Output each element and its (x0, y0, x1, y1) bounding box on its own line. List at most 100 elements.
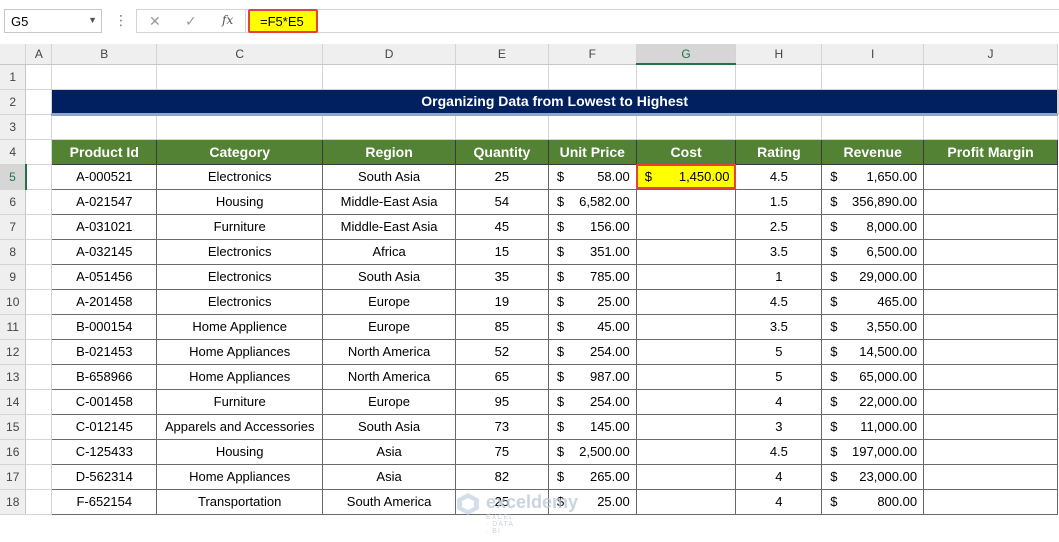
data-cell-rating[interactable]: 4 (735, 388, 823, 415)
data-cell-region[interactable]: South America (322, 488, 456, 515)
data-cell-margin[interactable] (923, 463, 1058, 490)
data-cell-id[interactable]: D-562314 (51, 463, 158, 490)
data-cell-cost[interactable] (635, 263, 737, 290)
data-cell-id[interactable]: A-031021 (51, 213, 158, 240)
data-cell-category[interactable]: Home Appliances (156, 338, 324, 365)
data-cell-category[interactable]: Transportation (156, 488, 324, 515)
column-header-B[interactable]: B (51, 44, 158, 65)
data-cell-cost[interactable] (635, 413, 737, 440)
data-cell-price[interactable]: $45.00 (547, 313, 637, 340)
data-cell-category[interactable]: Furniture (156, 213, 324, 240)
data-cell-id[interactable]: A-201458 (51, 288, 158, 315)
data-cell-category[interactable]: Furniture (156, 388, 324, 415)
data-cell-revenue[interactable]: $1,650.00 (821, 163, 925, 190)
data-cell-revenue[interactable]: $29,000.00 (821, 263, 925, 290)
row-header-14[interactable]: 14 (0, 389, 27, 415)
row-header-1[interactable]: 1 (0, 64, 27, 90)
data-cell-cost[interactable] (635, 313, 737, 340)
data-cell-qty[interactable]: 82 (454, 463, 549, 490)
data-cell-qty[interactable]: 45 (454, 213, 549, 240)
cell-C3[interactable] (156, 114, 324, 140)
data-cell-rating[interactable]: 4 (735, 488, 823, 515)
cell-J2[interactable] (1057, 89, 1059, 115)
data-cell-qty[interactable]: 25 (454, 163, 549, 190)
data-cell-qty[interactable]: 54 (454, 188, 549, 215)
cell-A5[interactable] (25, 164, 53, 190)
cell-A13[interactable] (25, 364, 53, 390)
data-cell-revenue[interactable]: $197,000.00 (821, 438, 925, 465)
data-cell-region[interactable]: South Asia (322, 163, 456, 190)
cell-F1[interactable] (548, 64, 637, 90)
row-header-11[interactable]: 11 (0, 314, 27, 340)
data-cell-qty[interactable]: 85 (454, 313, 549, 340)
data-cell-price[interactable]: $25.00 (547, 288, 637, 315)
data-cell-region[interactable]: South Asia (322, 413, 456, 440)
data-cell-id[interactable]: B-658966 (51, 363, 158, 390)
data-cell-cost[interactable] (635, 363, 737, 390)
data-cell-revenue[interactable]: $23,000.00 (821, 463, 925, 490)
data-cell-rating[interactable]: 1 (735, 263, 823, 290)
cell-F3[interactable] (548, 114, 637, 140)
data-cell-qty[interactable]: 73 (454, 413, 549, 440)
row-header-13[interactable]: 13 (0, 364, 27, 390)
data-cell-rating[interactable]: 4.5 (735, 163, 823, 190)
data-cell-region[interactable]: Middle-East Asia (322, 188, 456, 215)
data-cell-id[interactable]: F-652154 (51, 488, 158, 515)
data-cell-category[interactable]: Apparels and Accessories (156, 413, 324, 440)
cell-B3[interactable] (51, 114, 158, 140)
cell-G3[interactable] (636, 114, 737, 140)
data-cell-cost[interactable] (635, 388, 737, 415)
data-cell-cost[interactable] (635, 488, 737, 515)
row-header-6[interactable]: 6 (0, 189, 27, 215)
cell-A16[interactable] (25, 439, 53, 465)
header-cell[interactable]: Revenue (821, 138, 925, 165)
data-cell-price[interactable]: $58.00 (547, 163, 637, 190)
cancel-icon[interactable]: ✕ (149, 13, 161, 30)
data-cell-price[interactable]: $145.00 (547, 413, 637, 440)
data-cell-margin[interactable] (923, 263, 1058, 290)
cell-A8[interactable] (25, 239, 53, 265)
cell-C1[interactable] (156, 64, 324, 90)
data-cell-region[interactable]: Asia (322, 463, 456, 490)
data-cell-cost[interactable] (635, 188, 737, 215)
data-cell-rating[interactable]: 2.5 (735, 213, 823, 240)
cell-A4[interactable] (25, 139, 53, 165)
data-cell-margin[interactable] (923, 488, 1058, 515)
data-cell-qty[interactable]: 75 (454, 438, 549, 465)
data-cell-revenue[interactable]: $6,500.00 (821, 238, 925, 265)
row-header-7[interactable]: 7 (0, 214, 27, 240)
row-header-18[interactable]: 18 (0, 489, 27, 515)
cell-I3[interactable] (821, 114, 925, 140)
header-cell[interactable]: Region (322, 138, 456, 165)
data-cell-rating[interactable]: 1.5 (735, 188, 823, 215)
data-cell-revenue[interactable]: $11,000.00 (821, 413, 925, 440)
data-cell-price[interactable]: $156.00 (547, 213, 637, 240)
data-cell-category[interactable]: Home Appliances (156, 463, 324, 490)
cell-J3[interactable] (923, 114, 1058, 140)
data-cell-revenue[interactable]: $465.00 (821, 288, 925, 315)
column-header-E[interactable]: E (455, 44, 549, 65)
header-cell[interactable]: Cost (635, 138, 737, 165)
data-cell-region[interactable]: Asia (322, 438, 456, 465)
data-cell-cost[interactable] (635, 238, 737, 265)
column-header-H[interactable]: H (735, 44, 823, 65)
cell-E1[interactable] (455, 64, 549, 90)
cell-J1[interactable] (923, 64, 1058, 90)
data-cell-revenue[interactable]: $22,000.00 (821, 388, 925, 415)
data-cell-qty[interactable]: 15 (454, 238, 549, 265)
cell-A14[interactable] (25, 389, 53, 415)
data-cell-id[interactable]: A-032145 (51, 238, 158, 265)
data-cell-qty[interactable]: 35 (454, 263, 549, 290)
data-cell-id[interactable]: B-021453 (51, 338, 158, 365)
data-cell-region[interactable]: South Asia (322, 263, 456, 290)
column-header-J[interactable]: J (923, 44, 1058, 65)
data-cell-price[interactable]: $785.00 (547, 263, 637, 290)
row-header-17[interactable]: 17 (0, 464, 27, 490)
data-cell-margin[interactable] (923, 438, 1058, 465)
row-header-4[interactable]: 4 (0, 139, 27, 165)
data-cell-rating[interactable]: 5 (735, 363, 823, 390)
data-cell-margin[interactable] (923, 288, 1058, 315)
column-header-C[interactable]: C (156, 44, 324, 65)
header-cell[interactable]: Profit Margin (923, 138, 1058, 165)
data-cell-category[interactable]: Electronics (156, 263, 324, 290)
